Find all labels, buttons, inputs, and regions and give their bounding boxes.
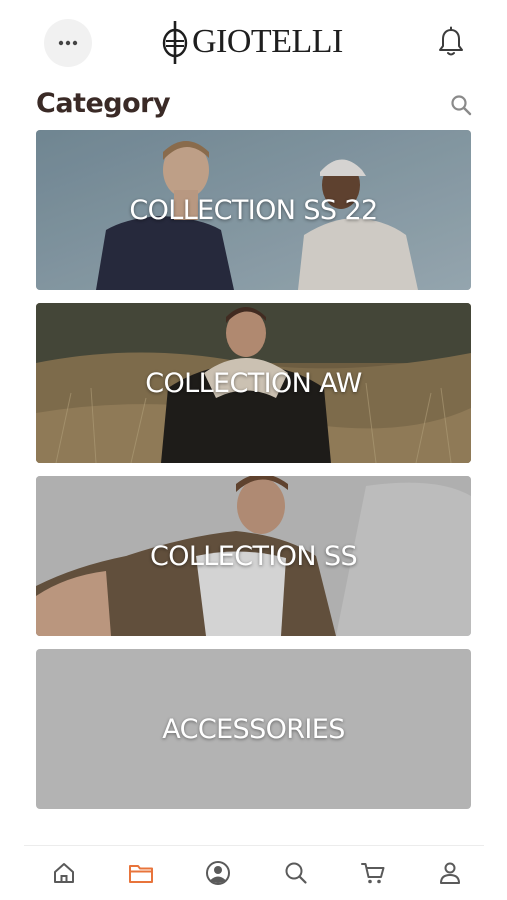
brand-name: GIOTELLI [192, 23, 343, 60]
category-label: ACCESSORIES [162, 713, 345, 745]
nav-account[interactable] [204, 859, 232, 887]
home-icon [54, 863, 74, 883]
cart-icon [360, 863, 385, 884]
more-horizontal-icon [58, 40, 78, 46]
logo-mark-icon [162, 21, 188, 64]
search-button[interactable] [449, 93, 473, 117]
category-label: COLLECTION AW [145, 367, 362, 399]
category-card-accessories[interactable]: ACCESSORIES [36, 649, 471, 809]
category-card-collection-ss22[interactable]: COLLECTION SS 22 [36, 130, 471, 290]
category-list: COLLECTION SS 22 COLLECTION AW COLLECTIO… [36, 130, 471, 822]
menu-button[interactable] [44, 19, 92, 67]
category-card-collection-ss[interactable]: COLLECTION SS [36, 476, 471, 636]
nav-profile[interactable] [436, 859, 464, 887]
search-icon [285, 862, 307, 884]
brand-logo: GIOTELLI [160, 18, 343, 66]
category-label: COLLECTION SS [149, 540, 358, 572]
category-card-collection-aw[interactable]: COLLECTION AW [36, 303, 471, 463]
bell-icon [439, 26, 463, 56]
nav-search[interactable] [282, 859, 310, 887]
category-label: COLLECTION SS 22 [129, 194, 378, 226]
bottom-navigation [24, 845, 484, 900]
top-bar: GIOTELLI [0, 0, 507, 84]
person-icon [439, 862, 460, 884]
nav-cart[interactable] [359, 859, 387, 887]
user-circle-icon [206, 861, 231, 885]
folder-icon [129, 865, 154, 883]
nav-home[interactable] [50, 859, 78, 887]
category-heading-row: Category [0, 84, 507, 126]
notifications-button[interactable] [436, 26, 466, 58]
page-title: Category [36, 88, 171, 119]
search-icon [451, 95, 472, 116]
nav-categories[interactable] [127, 859, 155, 887]
